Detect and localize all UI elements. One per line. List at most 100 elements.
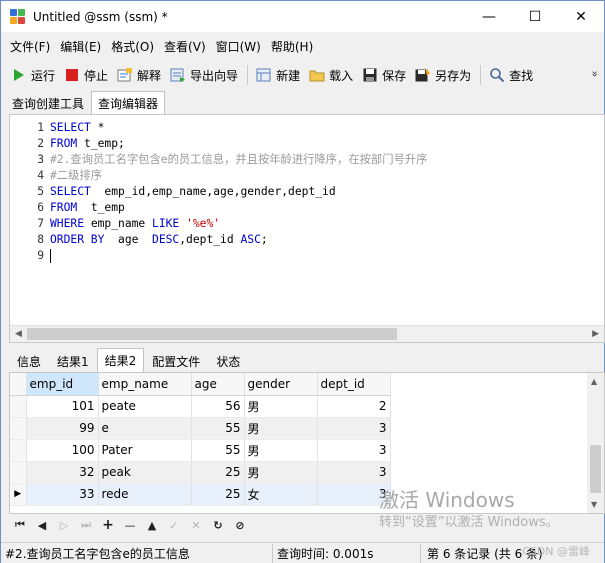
stop-loading-icon[interactable]: ⊘ (229, 516, 251, 534)
scroll-left-icon[interactable]: ◀ (15, 329, 22, 339)
code-line: SELECT emp_id,emp_name,age,gender,dept_i… (50, 184, 604, 200)
stop-button[interactable]: 停止 (60, 63, 113, 87)
column-header-emp-id[interactable]: emp_id (26, 373, 99, 396)
save-button[interactable]: 保存 (358, 63, 411, 87)
run-button[interactable]: 运行 (7, 63, 60, 87)
cell-dept-id[interactable]: 2 (317, 395, 391, 418)
menu-edit[interactable]: 编辑(E) (55, 38, 106, 55)
cell-emp-id[interactable]: 101 (26, 395, 99, 418)
editor-horizontal-scrollbar[interactable]: ◀ ▶ (10, 325, 604, 342)
last-record-icon[interactable]: ⏭ (75, 516, 97, 534)
menu-format[interactable]: 格式(O) (106, 38, 159, 55)
code-line: FROM t_emp; (50, 136, 604, 152)
menu-view[interactable]: 查看(V) (159, 38, 211, 55)
apply-changes-icon[interactable]: ✓ (163, 516, 185, 534)
cell-age[interactable]: 25 (191, 483, 245, 506)
cell-emp-id[interactable]: 33 (26, 483, 99, 506)
sql-editor[interactable]: 1 2 3 4 5 6 7 8 9 SELECT * FROM t_emp; #… (9, 114, 605, 343)
cell-emp-id[interactable]: 99 (26, 417, 99, 440)
column-header-dept-id[interactable]: dept_id (317, 373, 391, 396)
cell-age[interactable]: 55 (191, 417, 245, 440)
scroll-up-icon[interactable]: ▲ (591, 377, 597, 386)
table-row[interactable]: 99 e 55 男 3 (10, 417, 391, 440)
find-button[interactable]: 查找 (485, 63, 538, 87)
cell-emp-name[interactable]: peate (98, 395, 192, 418)
sql-keyword: DESC (152, 233, 180, 246)
discard-changes-icon[interactable]: ✕ (185, 516, 207, 534)
edit-record-icon[interactable]: ▲ (141, 516, 163, 534)
menu-file[interactable]: 文件(F) (5, 38, 55, 55)
cell-emp-name[interactable]: rede (98, 483, 192, 506)
save-as-icon (415, 67, 431, 83)
cell-gender[interactable]: 男 (244, 439, 318, 462)
cell-gender[interactable]: 男 (244, 417, 318, 440)
tab-info[interactable]: 信息 (9, 350, 49, 372)
first-record-icon[interactable]: ⏮ (9, 516, 31, 534)
result-grid[interactable]: emp_id emp_name age gender dept_id 101 p… (9, 372, 605, 514)
column-header-age[interactable]: age (191, 373, 245, 396)
scrollbar-thumb[interactable] (590, 445, 601, 493)
maximize-button[interactable]: ☐ (512, 1, 558, 32)
grid-vertical-scrollbar[interactable]: ▲ ▼ (587, 373, 604, 513)
next-record-icon[interactable]: ▷ (53, 516, 75, 534)
cell-emp-id[interactable]: 100 (26, 439, 99, 462)
code-area[interactable]: SELECT * FROM t_emp; #2.查询员工名字包含e的员工信息，并… (50, 120, 604, 264)
save-as-button[interactable]: 另存为 (411, 63, 476, 87)
editor-tabs: 查询创建工具 查询编辑器 (5, 91, 166, 114)
table-row[interactable]: 100 Pater 55 男 3 (10, 439, 391, 462)
cell-dept-id[interactable]: 3 (317, 461, 391, 484)
close-button[interactable]: ✕ (558, 1, 604, 32)
status-query-time: 查询时间: 0.001s (273, 543, 421, 563)
cell-emp-name[interactable]: Pater (98, 439, 192, 462)
tab-query-editor[interactable]: 查询编辑器 (91, 91, 166, 114)
tab-profile[interactable]: 配置文件 (144, 350, 208, 372)
cell-dept-id[interactable]: 3 (317, 417, 391, 440)
folder-icon (309, 67, 325, 83)
cell-age[interactable]: 56 (191, 395, 245, 418)
export-wizard-button[interactable]: 导出向导 (166, 63, 243, 87)
cell-emp-name[interactable]: e (98, 417, 192, 440)
code-line: FROM t_emp (50, 200, 604, 216)
previous-record-icon[interactable]: ◀ (31, 516, 53, 534)
load-button[interactable]: 载入 (305, 63, 358, 87)
cell-gender[interactable]: 女 (244, 483, 318, 506)
menu-help[interactable]: 帮助(H) (266, 38, 318, 55)
column-header-emp-name[interactable]: emp_name (98, 373, 192, 396)
add-record-icon[interactable]: + (97, 516, 119, 534)
cell-dept-id[interactable]: 3 (317, 439, 391, 462)
menu-window[interactable]: 窗口(W) (211, 38, 266, 55)
sql-keyword: FROM (50, 201, 78, 214)
scrollbar-thumb[interactable] (27, 328, 397, 340)
toolbar-overflow-icon[interactable]: » (589, 71, 602, 78)
cell-age[interactable]: 25 (191, 461, 245, 484)
cell-age[interactable]: 55 (191, 439, 245, 462)
line-number: 4 (37, 169, 44, 182)
new-button[interactable]: 新建 (252, 63, 305, 87)
line-number: 2 (37, 137, 44, 150)
column-header-gender[interactable]: gender (244, 373, 318, 396)
tab-result-1[interactable]: 结果1 (49, 350, 97, 372)
minimize-button[interactable]: — (466, 1, 512, 32)
cell-emp-name[interactable]: peak (98, 461, 192, 484)
cell-gender[interactable]: 男 (244, 395, 318, 418)
table-row[interactable]: 32 peak 25 男 3 (10, 461, 391, 484)
table-row[interactable]: 101 peate 56 男 2 (10, 395, 391, 418)
sql-comment: #2.查询员工名字包含e的员工信息，并且按年龄进行降序，在按部门号升序 (50, 153, 428, 166)
cell-emp-id[interactable]: 32 (26, 461, 99, 484)
sql-text: ,dept_id (179, 233, 241, 246)
cell-gender[interactable]: 男 (244, 461, 318, 484)
scroll-right-icon[interactable]: ▶ (592, 329, 599, 339)
tab-status[interactable]: 状态 (208, 350, 248, 372)
sql-keyword: WHERE (50, 217, 85, 230)
row-indicator (10, 461, 27, 484)
explain-icon (117, 67, 133, 83)
scroll-down-icon[interactable]: ▼ (591, 500, 597, 509)
table-row-current[interactable]: ▶ 33 rede 25 女 3 (10, 483, 391, 506)
sql-keyword: SELECT (50, 185, 91, 198)
tab-query-builder[interactable]: 查询创建工具 (5, 92, 91, 114)
refresh-icon[interactable]: ↻ (207, 516, 229, 534)
delete-record-icon[interactable]: — (119, 516, 141, 534)
text-caret (50, 249, 51, 263)
explain-button[interactable]: 解释 (113, 63, 166, 87)
tab-result-2[interactable]: 结果2 (96, 348, 145, 372)
